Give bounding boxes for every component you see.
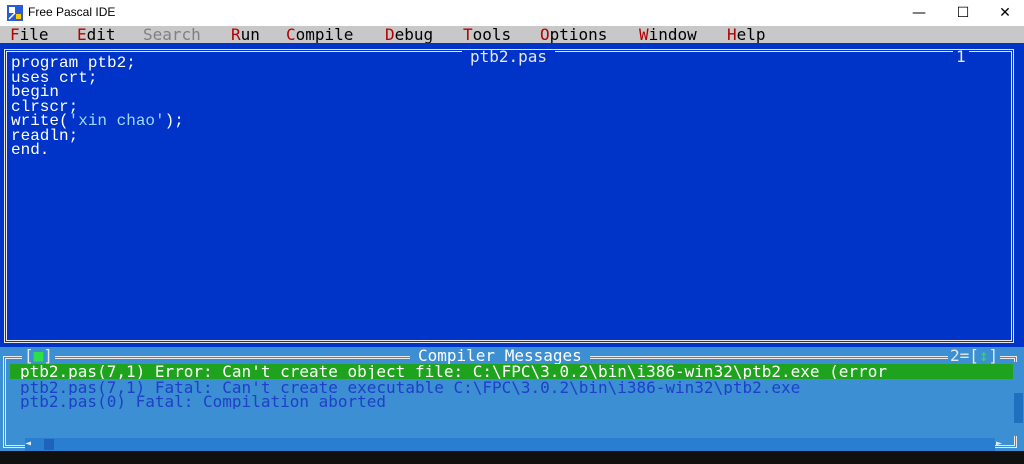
maximize-icon[interactable]: ☐ bbox=[940, 0, 986, 26]
menu-compile[interactable]: Compile bbox=[286, 26, 353, 43]
close-box-icon: ■ bbox=[33, 346, 44, 365]
bottom-strip bbox=[0, 451, 1024, 464]
horizontal-scroll-thumb[interactable] bbox=[44, 439, 54, 450]
menu-help[interactable]: Help bbox=[727, 26, 766, 43]
menu-search[interactable]: Search bbox=[143, 26, 201, 43]
horizontal-scrollbar[interactable] bbox=[25, 438, 995, 451]
code-area[interactable]: program ptb2; uses crt; begin clrscr; wr… bbox=[11, 55, 184, 159]
menu-debug[interactable]: Debug bbox=[385, 26, 433, 43]
code-line: end. bbox=[11, 141, 50, 159]
window-title: Free Pascal IDE bbox=[28, 5, 116, 19]
minimize-icon[interactable]: — bbox=[896, 0, 942, 26]
editor-window[interactable]: ptb2.pas 1 program ptb2; uses crt; begin… bbox=[0, 43, 1024, 347]
messages-close-button[interactable]: [■] bbox=[22, 347, 55, 365]
string-literal: 'xin chao' bbox=[68, 112, 165, 130]
menu-file[interactable]: File bbox=[10, 26, 49, 43]
editor-window-number: 1 bbox=[953, 49, 969, 65]
menu-window[interactable]: Window bbox=[639, 26, 697, 43]
title-bar: Free Pascal IDE — ☐ ✕ bbox=[0, 0, 1024, 26]
scroll-right-icon[interactable]: ► bbox=[996, 437, 1002, 451]
message-item[interactable]: ptb2.pas(7,1) Fatal: Can't create execut… bbox=[10, 380, 1014, 395]
menu-options[interactable]: Options bbox=[540, 26, 607, 43]
messages-title: Compiler Messages bbox=[410, 347, 590, 365]
menu-edit[interactable]: Edit bbox=[77, 26, 116, 43]
message-item-selected[interactable]: ptb2.pas(7,1) Error: Can't create object… bbox=[10, 364, 1014, 379]
vertical-scroll-thumb[interactable] bbox=[1014, 393, 1023, 423]
menu-bar: File Edit Search Run Compile Debug Tools… bbox=[0, 26, 1024, 43]
messages-window-number[interactable]: 2=[↕] bbox=[948, 346, 1001, 365]
close-icon[interactable]: ✕ bbox=[982, 0, 1024, 26]
menu-tools[interactable]: Tools bbox=[463, 26, 511, 43]
menu-run[interactable]: Run bbox=[231, 26, 260, 43]
message-item[interactable]: ptb2.pas(0) Fatal: Compilation aborted bbox=[10, 394, 1014, 409]
app-icon bbox=[7, 5, 23, 21]
zoom-arrow-icon: ↕ bbox=[978, 346, 989, 365]
scroll-left-icon[interactable]: ◄ bbox=[25, 437, 31, 451]
editor-filename: ptb2.pas bbox=[462, 49, 556, 65]
